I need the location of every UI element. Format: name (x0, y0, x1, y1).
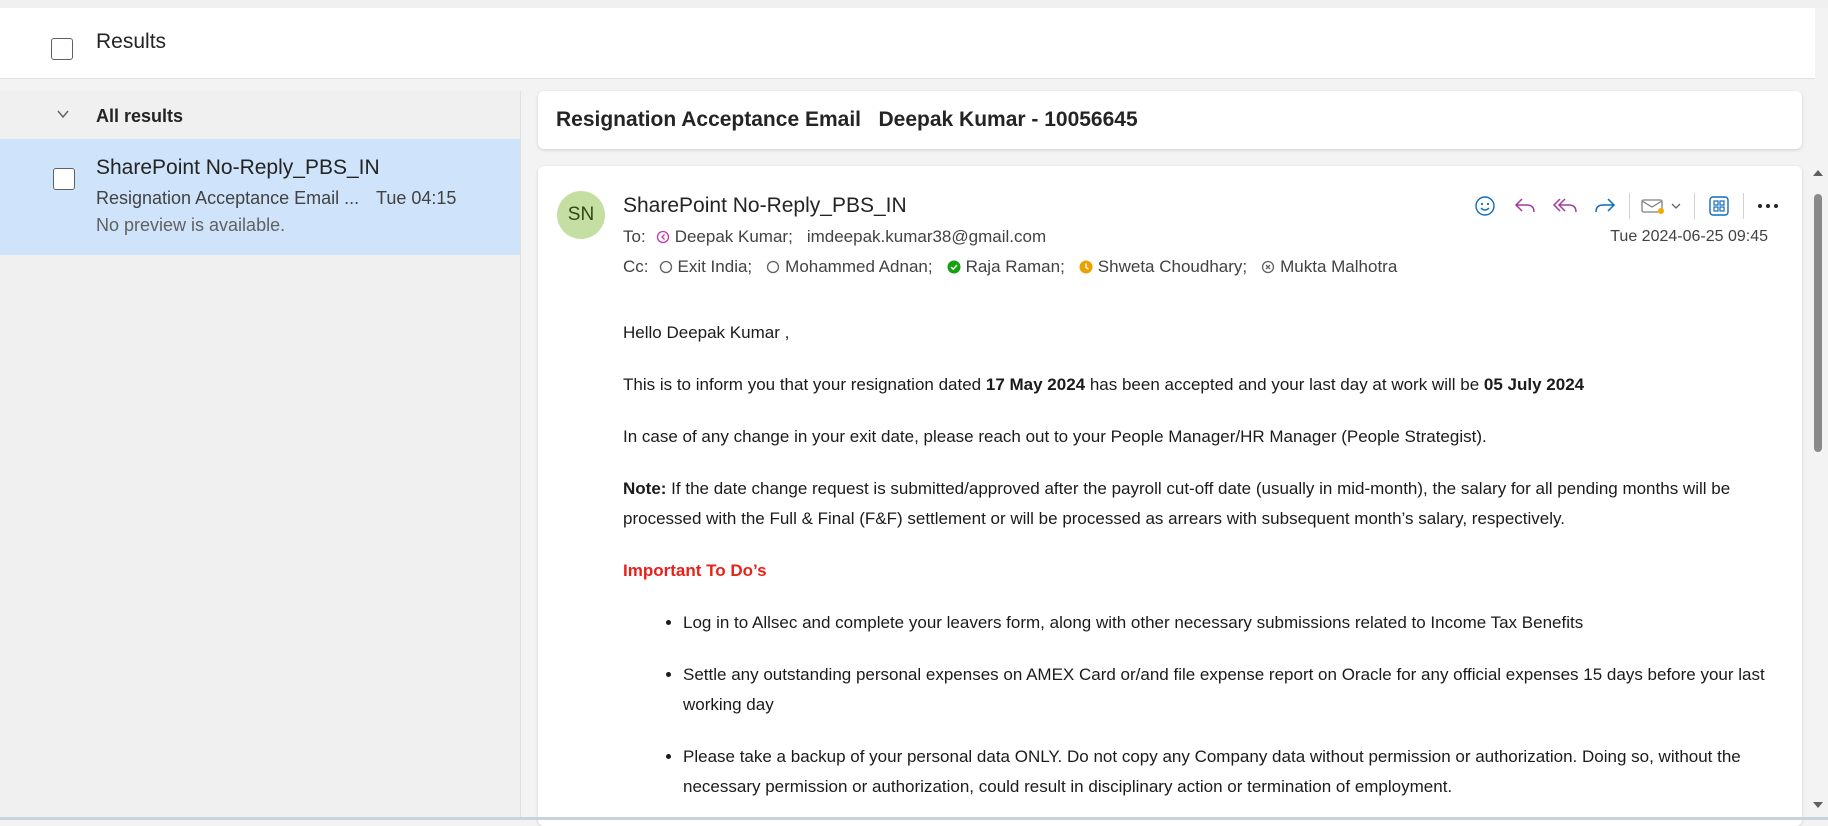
note-paragraph: Note: If the date change request is subm… (623, 474, 1773, 534)
toolbar-divider (1629, 193, 1630, 219)
greeting: Hello Deepak Kumar , (623, 323, 790, 342)
list-item: Log in to Allsec and complete your leave… (683, 608, 1773, 638)
more-icon (1758, 204, 1778, 208)
message-sender[interactable]: SharePoint No-Reply_PBS_IN (623, 194, 907, 218)
scroll-thumb[interactable] (1814, 194, 1822, 452)
toolbar-divider (1694, 193, 1695, 219)
list-item: Settle any outstanding personal expenses… (683, 660, 1773, 720)
cc-label: Cc: (623, 257, 649, 276)
forward-button[interactable] (1585, 188, 1625, 224)
message-list: All results SharePoint No-Reply_PBS_IN R… (0, 91, 521, 820)
recipient-cc[interactable]: Mukta Malhotra (1261, 257, 1397, 277)
resignation-date: 17 May 2024 (985, 375, 1086, 394)
body-text: This is to inform you that your resignat… (623, 375, 986, 394)
reply-button[interactable] (1505, 188, 1545, 224)
note-text: If the date change request is submitted/… (623, 479, 1731, 528)
todo-list: Log in to Allsec and complete your leave… (623, 608, 1773, 802)
recipient-name: Raja Raman; (965, 257, 1065, 276)
recipient-to[interactable]: imdeepak.kumar38@gmail.com (807, 227, 1046, 247)
list-item-time: Tue 04:15 (376, 188, 457, 208)
body-text: has been accepted and your last day at w… (1085, 375, 1484, 394)
recipient-name: Mohammed Adnan; (785, 257, 933, 276)
group-header-all-results[interactable]: All results (0, 91, 520, 139)
results-header: Results (0, 8, 1815, 79)
avatar[interactable]: SN (557, 191, 605, 239)
list-item[interactable]: SharePoint No-Reply_PBS_IN Resignation A… (0, 139, 520, 255)
status-dnd-icon (1261, 260, 1275, 274)
scroll-down-arrow[interactable] (1813, 802, 1823, 808)
recipient-name: Exit India; (677, 257, 753, 276)
item-checkbox[interactable] (53, 168, 75, 190)
recipient-cc[interactable]: Mohammed Adnan; (766, 257, 933, 277)
note-label: Note: (623, 479, 667, 498)
reply-all-icon (1552, 198, 1577, 213)
more-actions-icon (1641, 199, 1681, 214)
last-day-date: 05 July 2024 (1483, 375, 1585, 394)
message-date: Tue 2024-06-25 09:45 (1610, 228, 1768, 245)
list-item-subject: Resignation Acceptance Email ... (96, 188, 360, 208)
recipient-name: imdeepak.kumar38@gmail.com (806, 227, 1047, 246)
message-toolbar (1465, 188, 1788, 224)
reply-icon (1514, 198, 1535, 213)
recipient-to[interactable]: Deepak Kumar; (656, 227, 793, 247)
subject-header: Resignation Acceptance Email Deepak Kuma… (538, 91, 1802, 149)
recipient-name: Mukta Malhotra (1280, 257, 1398, 276)
recipient-name: Shweta Choudhary; (1097, 257, 1248, 276)
results-title: Results (96, 30, 167, 53)
presence-icon (656, 230, 670, 244)
select-all-checkbox[interactable] (51, 38, 73, 60)
todo-heading: Important To Do’s (623, 561, 767, 580)
more-actions-button[interactable] (1634, 188, 1690, 224)
to-line: To: Deepak Kumar; imdeepak.kumar38@gmail… (623, 227, 1060, 247)
recipient-cc[interactable]: Exit India; (659, 257, 753, 277)
status-available-icon (947, 260, 961, 274)
list-item: Please take a backup of your personal da… (683, 742, 1773, 802)
reply-all-button[interactable] (1545, 188, 1585, 224)
reading-pane-scrollbar[interactable] (1808, 166, 1828, 820)
toolbar-divider (1743, 193, 1744, 219)
scroll-up-arrow[interactable] (1813, 170, 1823, 176)
forward-icon (1595, 198, 1616, 213)
body-paragraph: In case of any change in your exit date,… (623, 427, 1487, 446)
recipient-cc[interactable]: Raja Raman; (947, 257, 1065, 277)
cc-line: Cc: Exit India; Mohammed Adnan; Raja Ram… (623, 257, 1411, 277)
reading-pane: SN SharePoint No-Reply_PBS_IN Tue 2024-0… (538, 166, 1802, 826)
to-label: To: (623, 227, 646, 246)
status-offline-icon (659, 260, 673, 274)
recipient-cc[interactable]: Shweta Choudhary; (1079, 257, 1247, 277)
status-offline-icon (766, 260, 780, 274)
status-away-icon (1079, 260, 1093, 274)
top-strip (0, 0, 1828, 8)
group-label: All results (96, 106, 184, 126)
recipient-name: Deepak Kumar; (674, 227, 793, 246)
body-paragraph: This is to inform you that your resignat… (623, 370, 1773, 400)
react-button[interactable] (1465, 188, 1505, 224)
emoji-icon (1475, 196, 1495, 216)
more-options-button[interactable] (1748, 188, 1788, 224)
message-subject: Resignation Acceptance Email Deepak Kuma… (556, 108, 1138, 131)
apps-button[interactable] (1699, 188, 1739, 224)
list-item-preview: No preview is available. (96, 215, 286, 235)
message-body: Hello Deepak Kumar , This is to inform y… (623, 318, 1773, 824)
chevron-down-icon[interactable] (56, 107, 70, 121)
list-item-sender: SharePoint No-Reply_PBS_IN (96, 156, 380, 179)
apps-icon (1709, 196, 1729, 216)
